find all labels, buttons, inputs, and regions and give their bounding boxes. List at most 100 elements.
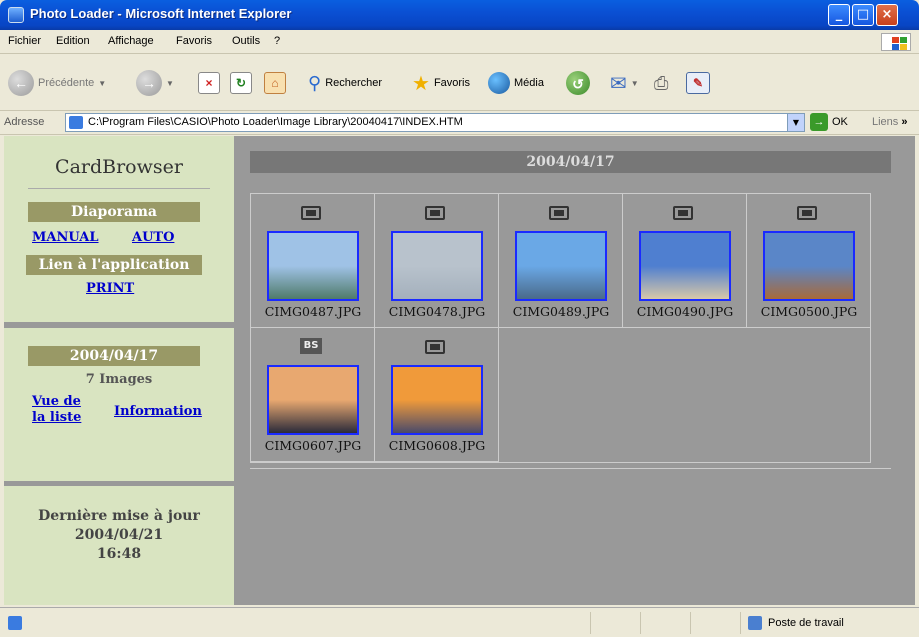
file-name[interactable]: CIMG0607.JPG [251, 438, 375, 453]
page-content: CardBrowser Diaporama MANUAL AUTO Lien à… [4, 136, 915, 605]
home-icon: ⌂ [264, 72, 286, 94]
list-view-link[interactable]: Vue de la liste [32, 394, 90, 426]
photo-thumbnail[interactable] [763, 231, 855, 301]
menu-affichage[interactable]: Affichage [108, 35, 154, 47]
chevron-down-icon[interactable]: ▼ [787, 114, 804, 131]
album-date: 2004/04/17 [28, 346, 200, 366]
edit-icon: ✎ [686, 72, 710, 94]
sidebar: CardBrowser Diaporama MANUAL AUTO Lien à… [4, 136, 234, 605]
address-input[interactable]: C:\Program Files\CASIO\Photo Loader\Imag… [65, 113, 805, 132]
file-name[interactable]: CIMG0487.JPG [251, 304, 375, 319]
refresh-button[interactable]: ↻ [230, 69, 252, 97]
title-bar: Photo Loader - Microsoft Internet Explor… [0, 0, 919, 30]
photo-thumbnail[interactable] [391, 365, 483, 435]
windows-logo-icon [881, 33, 911, 51]
standard-toolbar: ← Précédente ▼ → ▼ × ↻ ⌂ ⚲ Rechercher ★ … [0, 55, 919, 111]
menu-edition[interactable]: Edition [56, 35, 90, 47]
brand-title: CardBrowser [55, 156, 183, 178]
menu-outils[interactable]: Outils [232, 35, 260, 47]
printer-icon: ⎙ [654, 72, 669, 93]
camera-mode-icon [797, 206, 817, 220]
last-update-date: 2004/04/21 [74, 527, 164, 543]
back-button[interactable]: ← Précédente ▼ [8, 69, 106, 97]
back-arrow-icon: ← [8, 70, 34, 96]
thumbnail-cell[interactable]: CIMG0478.JPG [375, 194, 499, 328]
app-link-heading: Lien à l'application [26, 255, 202, 275]
slideshow-heading: Diaporama [28, 202, 200, 222]
last-update-panel: Dernière mise à jour 2004/04/21 16:48 [4, 486, 234, 605]
manual-link[interactable]: MANUAL [32, 230, 99, 245]
window-title: Photo Loader - Microsoft Internet Explor… [30, 6, 292, 21]
star-icon: ★ [412, 72, 430, 95]
thumbnail-cell[interactable]: CIMG0487.JPG [251, 194, 375, 328]
search-button[interactable]: ⚲ Rechercher [308, 69, 382, 97]
gallery-date-header: 2004/04/17 [250, 151, 891, 173]
file-name[interactable]: CIMG0478.JPG [375, 304, 499, 319]
thumbnail-cell[interactable]: CIMG0608.JPG [375, 328, 499, 462]
thumbnail-cell[interactable]: BS CIMG0607.JPG [251, 328, 375, 462]
menu-help[interactable]: ? [274, 35, 280, 47]
file-name[interactable]: CIMG0608.JPG [375, 438, 499, 453]
print-button[interactable]: ⎙ [654, 69, 668, 97]
stop-icon: × [198, 72, 220, 94]
history-clock-icon: ↺ [566, 71, 590, 95]
main-area: 2004/04/17 CIMG0487.JPG CIMG0478.JPG CIM… [240, 136, 915, 605]
edit-button[interactable]: ✎ [686, 69, 710, 97]
minimize-button[interactable]: _ [828, 4, 850, 26]
camera-mode-icon [425, 340, 445, 354]
file-name[interactable]: CIMG0489.JPG [499, 304, 623, 319]
search-icon: ⚲ [308, 72, 322, 93]
camera-mode-icon [425, 206, 445, 220]
thumbnail-grid: CIMG0487.JPG CIMG0478.JPG CIMG0489.JPG C… [250, 193, 871, 463]
information-link[interactable]: Information [114, 404, 202, 419]
close-button[interactable]: × [876, 4, 898, 26]
ie-icon [8, 7, 24, 23]
photo-thumbnail[interactable] [267, 365, 359, 435]
thumbnail-cell[interactable]: CIMG0500.JPG [747, 194, 871, 328]
thumbnail-cell[interactable]: CIMG0489.JPG [499, 194, 623, 328]
go-arrow-icon: → [810, 113, 828, 131]
photo-thumbnail[interactable] [515, 231, 607, 301]
print-link[interactable]: PRINT [86, 281, 134, 296]
favorites-button[interactable]: ★ Favoris [412, 69, 470, 97]
security-zone: Poste de travail [748, 616, 844, 630]
camera-mode-icon [673, 206, 693, 220]
auto-link[interactable]: AUTO [132, 230, 174, 245]
last-update-label: Dernière mise à jour [38, 508, 200, 524]
refresh-icon: ↻ [230, 72, 252, 94]
album-info-panel: 2004/04/17 7 Images Vue de la liste Info… [4, 328, 234, 481]
divider [640, 612, 641, 634]
mail-icon: ✉ [610, 72, 627, 95]
file-name[interactable]: CIMG0500.JPG [747, 304, 871, 319]
chevron-down-icon: ▼ [166, 78, 174, 88]
history-button[interactable]: ↺ [566, 69, 590, 97]
camera-mode-icon [549, 206, 569, 220]
computer-icon [748, 616, 762, 630]
divider [590, 612, 591, 634]
photo-thumbnail[interactable] [391, 231, 483, 301]
media-globe-icon [488, 72, 510, 94]
stop-button[interactable]: × [198, 69, 220, 97]
status-bar: Poste de travail [0, 607, 919, 637]
links-button[interactable]: Liens » [872, 116, 907, 128]
maximize-button[interactable]: □ [852, 4, 874, 26]
thumbnail-cell[interactable]: CIMG0490.JPG [623, 194, 747, 328]
last-update-time: 16:48 [96, 546, 142, 562]
home-button[interactable]: ⌂ [264, 69, 286, 97]
photo-thumbnail[interactable] [639, 231, 731, 301]
forward-button[interactable]: → ▼ [136, 69, 174, 97]
divider [740, 612, 741, 634]
file-name[interactable]: CIMG0490.JPG [623, 304, 747, 319]
camera-mode-icon [301, 206, 321, 220]
menu-bar: Fichier Edition Affichage Favoris Outils… [0, 30, 919, 54]
chevron-down-icon: ▼ [630, 78, 639, 88]
chevron-down-icon: ▼ [98, 78, 107, 88]
page-icon [69, 116, 83, 129]
menu-fichier[interactable]: Fichier [8, 35, 41, 47]
address-bar: Adresse C:\Program Files\CASIO\Photo Loa… [0, 111, 919, 135]
go-button[interactable]: → OK [810, 113, 848, 131]
mail-button[interactable]: ✉ ▼ [610, 69, 639, 97]
photo-thumbnail[interactable] [267, 231, 359, 301]
menu-favoris[interactable]: Favoris [176, 35, 212, 47]
media-button[interactable]: Média [488, 69, 544, 97]
